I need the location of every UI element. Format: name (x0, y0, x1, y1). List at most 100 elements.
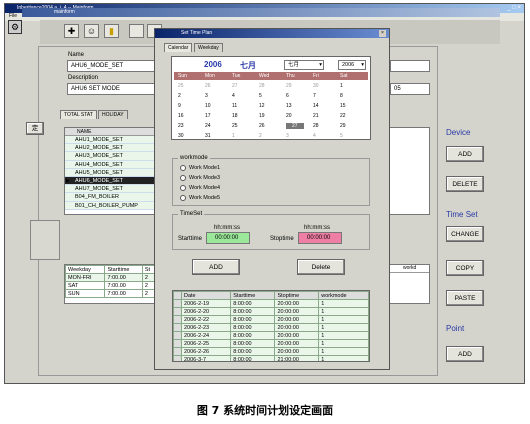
year-select[interactable]: 2006 ▾ (338, 60, 366, 70)
row-header[interactable] (173, 299, 182, 308)
dialog-close-icon[interactable]: × (379, 30, 386, 37)
list-item[interactable]: B01_CH_BOILER_PUMP (65, 201, 159, 210)
table-row[interactable]: 2006-2-24 8:00:00 20:00:00 1 (173, 331, 369, 340)
device-delete-button[interactable]: DELETE (446, 176, 484, 192)
calendar-day[interactable]: 21 (313, 113, 319, 119)
tool-icon[interactable] (129, 24, 144, 38)
left-stub-button[interactable]: 定 (26, 122, 44, 135)
workmode-radio[interactable]: Work Mode5 (180, 195, 220, 201)
row-header[interactable] (173, 331, 182, 340)
calendar-day[interactable]: 25 (232, 123, 238, 129)
row-header[interactable] (173, 315, 182, 324)
calendar-day[interactable]: 31 (205, 133, 211, 139)
calendar-day[interactable]: 26 (205, 83, 211, 89)
list-item[interactable]: AHU6_MODE_SET (65, 176, 159, 185)
stoptime-field[interactable]: 00:00:00 (298, 232, 342, 244)
list-item[interactable]: AHU7_MODE_SET (65, 185, 159, 194)
dialog-delete-button[interactable]: Delete (297, 259, 345, 275)
calendar-day[interactable]: 2 (259, 133, 262, 139)
paste-button[interactable]: PASTE (446, 290, 484, 306)
calendar-day[interactable]: 3 (205, 93, 208, 99)
row-header[interactable] (173, 355, 182, 361)
table-row[interactable]: SUN 7:00.00 2 (64, 289, 158, 298)
calendar-day[interactable]: 11 (232, 103, 237, 109)
calendar-day[interactable]: 29 (340, 123, 346, 129)
row-header[interactable] (173, 347, 182, 356)
calendar-day[interactable]: 26 (259, 123, 265, 129)
change-button[interactable]: CHANGE (446, 226, 484, 242)
calendar-day[interactable]: 25 (178, 83, 184, 89)
calendar-day[interactable]: 5 (340, 133, 343, 139)
calendar-day[interactable]: 29 (286, 83, 292, 89)
row-header[interactable] (173, 339, 182, 348)
table-row[interactable]: 2006-2-26 8:00:00 20:00:00 1 (173, 347, 369, 356)
calendar-day[interactable]: 17 (205, 113, 211, 119)
calendar-day[interactable]: 2 (178, 93, 181, 99)
calendar-day[interactable]: 19 (259, 113, 265, 119)
calendar-day[interactable]: 6 (286, 93, 289, 99)
table-row[interactable]: MON-FRI 7:00.00 2 (64, 273, 158, 282)
radio-button-icon[interactable] (180, 175, 186, 181)
calendar-day[interactable]: 27 (286, 123, 304, 129)
table-row[interactable]: 2006-2-25 8:00:00 20:00:00 1 (173, 339, 369, 348)
list-item[interactable]: AHU2_MODE_SET (65, 144, 159, 153)
calendar-day[interactable]: 12 (259, 103, 265, 109)
calendar-day[interactable]: 5 (259, 93, 262, 99)
tab-holiday[interactable]: HOLIDAY (98, 110, 128, 119)
row-header[interactable] (173, 307, 182, 316)
workmode-radio[interactable]: Work Mode3 (180, 175, 220, 181)
calendar-day[interactable]: 20 (286, 113, 292, 119)
copy-button[interactable]: COPY (446, 260, 484, 276)
description-field[interactable]: AHU6 SET MODE (67, 83, 159, 95)
folder-icon[interactable]: ▮ (104, 24, 119, 38)
calendar-day[interactable]: 18 (232, 113, 238, 119)
table-row[interactable]: 2006-2-19 8:00:00 20:00:00 1 (173, 299, 369, 308)
calendar-day[interactable]: 30 (313, 83, 319, 89)
calendar-day[interactable]: 23 (178, 123, 184, 129)
list-item[interactable]: AHU1_MODE_SET (65, 136, 159, 145)
name-field[interactable]: AHU6_MODE_SET (67, 60, 159, 72)
starttime-field[interactable]: 00:00:00 (206, 232, 250, 244)
dialog-tab-weekday[interactable]: Weekday (194, 43, 223, 52)
tab-total-stat[interactable]: TOTAL STAT (60, 110, 97, 119)
calendar-day[interactable]: 7 (313, 93, 316, 99)
description-field-right[interactable]: 05 (390, 83, 430, 95)
radio-button-icon[interactable] (180, 185, 186, 191)
radio-button-icon[interactable] (180, 165, 186, 171)
calendar-day[interactable]: 27 (232, 83, 238, 89)
device-add-button[interactable]: ADD (446, 146, 484, 162)
table-row[interactable]: SAT 7:00.00 2 (64, 281, 158, 290)
calendar-day[interactable]: 1 (232, 133, 235, 139)
window-controls[interactable]: _ □ × (507, 4, 521, 13)
calendar-day[interactable]: 15 (340, 103, 346, 109)
calendar-day[interactable]: 3 (286, 133, 289, 139)
table-row[interactable]: 2006-2-23 8:00:00 20:00:00 1 (173, 323, 369, 332)
calendar-day[interactable]: 22 (340, 113, 346, 119)
list-item[interactable]: AHU4_MODE_SET (65, 160, 159, 169)
table-row[interactable]: 2006-2-20 8:00:00 20:00:00 1 (173, 307, 369, 316)
table-row[interactable]: 2006-2-22 8:00:00 20:00:00 1 (173, 315, 369, 324)
calendar-day[interactable]: 24 (205, 123, 211, 129)
calendar-day[interactable]: 28 (259, 83, 265, 89)
calendar-day[interactable]: 9 (178, 103, 181, 109)
calendar-day[interactable]: 1 (340, 83, 343, 89)
dialog-tab-calendar[interactable]: Calendar (164, 43, 193, 52)
list-item[interactable]: AHU3_MODE_SET (65, 152, 159, 161)
new-icon[interactable]: ✚ (64, 24, 79, 38)
calendar-day[interactable]: 10 (205, 103, 211, 109)
users-icon[interactable]: ☺ (84, 24, 99, 38)
table-row[interactable]: 2006-3-7 8:00:00 21:00:00 1 (173, 355, 369, 361)
calendar-day[interactable]: 8 (340, 93, 343, 99)
calendar-day[interactable]: 4 (313, 133, 316, 139)
calendar-day[interactable]: 16 (178, 113, 184, 119)
calendar-day[interactable]: 13 (286, 103, 292, 109)
point-add-button[interactable]: ADD (446, 346, 484, 362)
list-item[interactable]: AHU5_MODE_SET (65, 168, 159, 177)
workmode-radio[interactable]: Work Mode4 (180, 185, 220, 191)
calendar-day[interactable]: 4 (232, 93, 235, 99)
calendar-day[interactable]: 14 (313, 103, 319, 109)
radio-button-icon[interactable] (180, 195, 186, 201)
list-item[interactable]: B04_FM_BOILER (65, 193, 159, 202)
row-header[interactable] (173, 323, 182, 332)
workmode-radio[interactable]: Work Mode1 (180, 165, 220, 171)
